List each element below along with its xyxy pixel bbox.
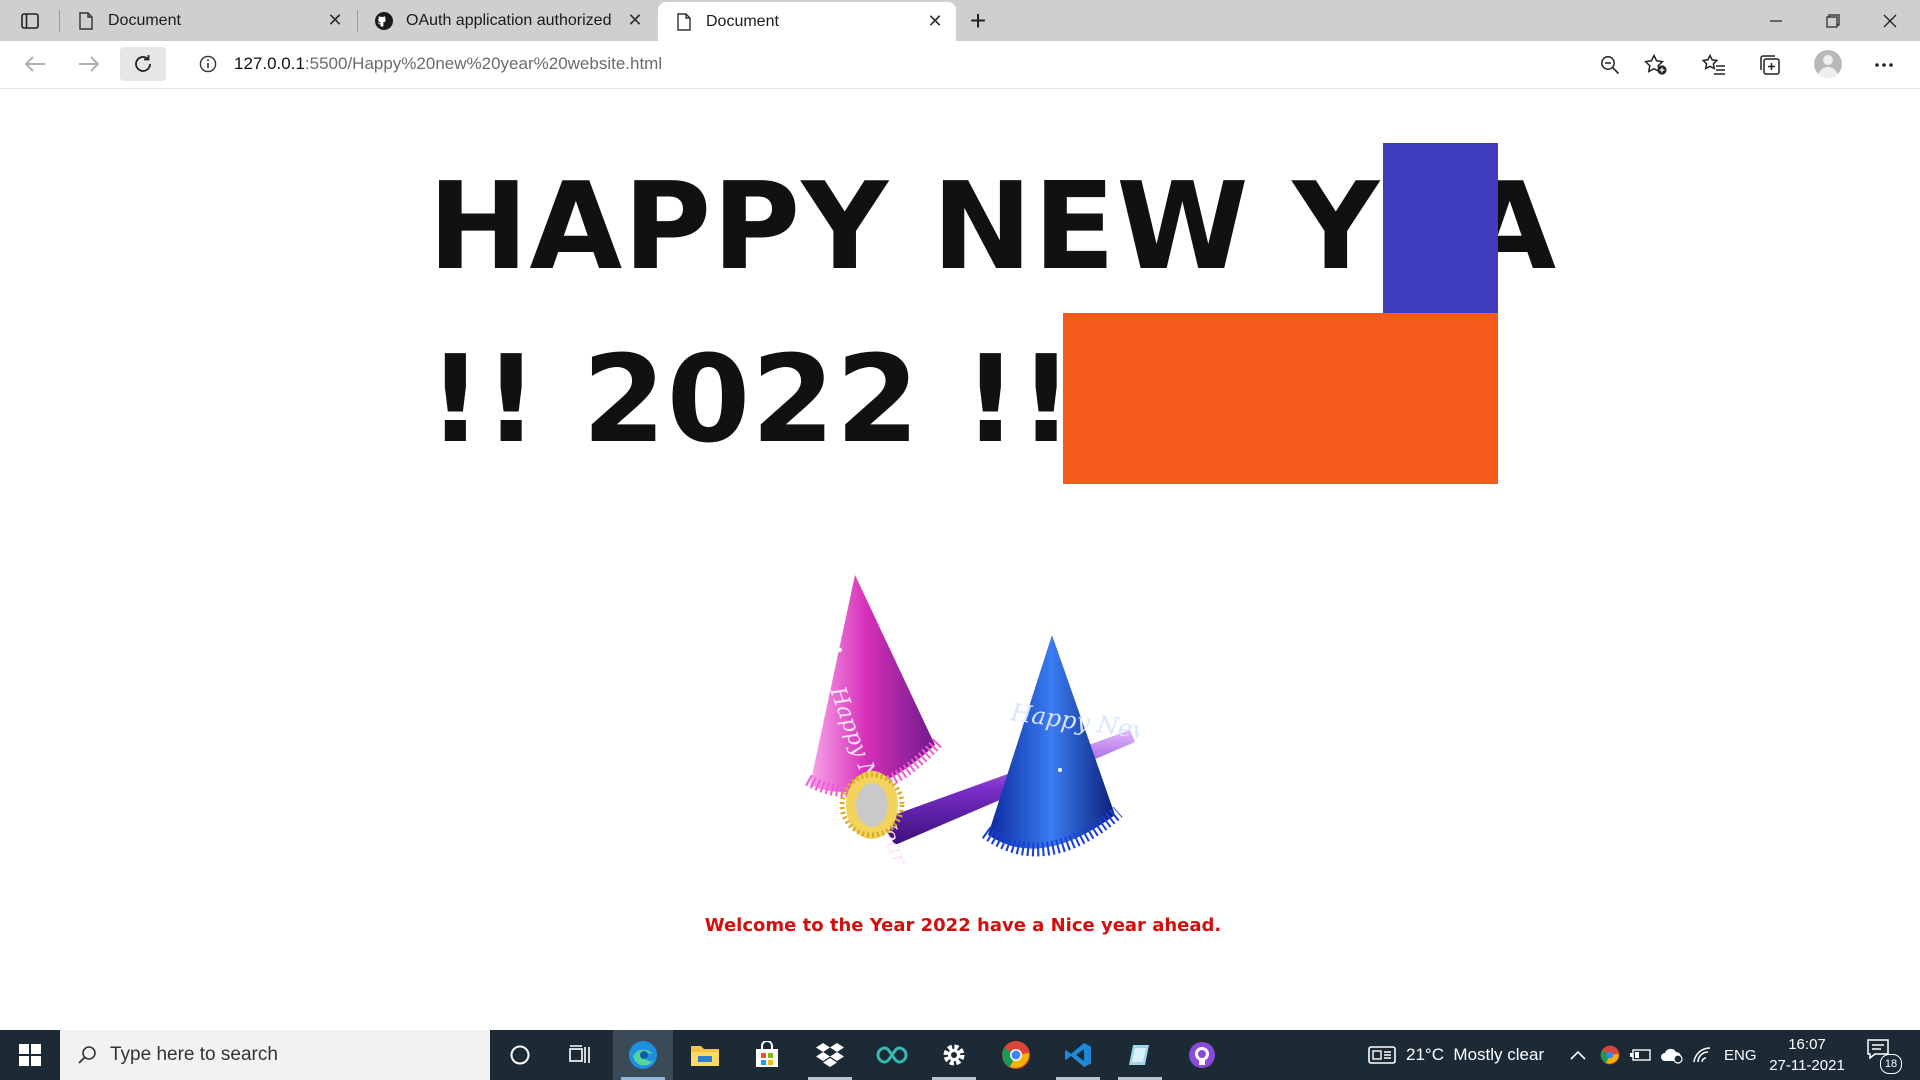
- forward-arrow-icon: [79, 56, 100, 72]
- tab-document-active[interactable]: Document ✕: [658, 2, 956, 41]
- tray-battery[interactable]: [1630, 1030, 1652, 1080]
- start-button[interactable]: [0, 1030, 60, 1080]
- party-hats-image: Happy New Year Happy New Year: [805, 575, 1140, 869]
- dropbox-icon: [816, 1043, 844, 1067]
- notes-button[interactable]: [1110, 1030, 1170, 1080]
- task-view-button[interactable]: [550, 1030, 610, 1080]
- browser-toolbar: 127.0.0.1:5500/Happy%20new%20year%20webs…: [0, 41, 1920, 89]
- language-indicator[interactable]: ENG: [1724, 1030, 1757, 1080]
- page-icon: [76, 11, 96, 31]
- store-button[interactable]: [737, 1030, 797, 1080]
- restore-button[interactable]: [1805, 0, 1861, 41]
- edge-icon: [629, 1041, 657, 1069]
- github-icon: [374, 11, 394, 31]
- cortana-button[interactable]: [490, 1030, 550, 1080]
- tray-chrome[interactable]: [1600, 1030, 1620, 1080]
- more-dots-icon: [1875, 63, 1893, 67]
- heading-line-2: !! 2022 !!: [428, 331, 1075, 470]
- tray-onedrive[interactable]: [1660, 1030, 1684, 1080]
- edge-taskbar-button[interactable]: [613, 1030, 673, 1080]
- clock-time: 16:07: [1788, 1036, 1826, 1053]
- forward-button[interactable]: [66, 47, 112, 81]
- profile-avatar[interactable]: [1814, 50, 1842, 78]
- minimize-icon: [1770, 19, 1782, 22]
- zoom-button[interactable]: [1594, 49, 1626, 81]
- file-explorer-button[interactable]: [675, 1030, 735, 1080]
- file-explorer-icon: [691, 1046, 719, 1066]
- weather-widget[interactable]: 21°C Mostly clear: [1368, 1030, 1544, 1080]
- wifi-icon: [1693, 1047, 1711, 1063]
- tab-actions-icon: [21, 13, 39, 29]
- close-icon: [1883, 14, 1897, 27]
- restore-icon: [1826, 13, 1840, 28]
- back-arrow-icon: [24, 56, 45, 72]
- close-tab-icon[interactable]: ✕: [322, 8, 348, 34]
- tab-label: Document: [108, 11, 181, 29]
- github-desktop-button[interactable]: [1172, 1030, 1232, 1080]
- search-placeholder: Type here to search: [110, 1044, 278, 1065]
- url-host: 127.0.0.1: [234, 54, 305, 73]
- onedrive-icon: [1661, 1048, 1683, 1064]
- settings-button[interactable]: [924, 1030, 984, 1080]
- star-add-icon: [1644, 54, 1667, 75]
- welcome-message: Welcome to the Year 2022 have a Nice yea…: [704, 915, 1222, 936]
- favorites-button[interactable]: [1698, 49, 1730, 81]
- store-icon: [756, 1041, 778, 1067]
- reload-icon: [135, 55, 151, 72]
- favorites-icon: [1702, 54, 1725, 75]
- show-hidden-icons-button[interactable]: [1570, 1030, 1586, 1080]
- settings-more-button[interactable]: [1868, 49, 1900, 81]
- arduino-button[interactable]: [862, 1030, 922, 1080]
- tray-wifi[interactable]: [1692, 1030, 1712, 1080]
- collections-icon: [1760, 55, 1780, 75]
- browser-tab-strip: Document ✕ OAuth application authorized …: [0, 0, 1920, 41]
- site-info-icon[interactable]: [196, 52, 220, 76]
- vscode-button[interactable]: [1048, 1030, 1108, 1080]
- clock-date: 27-11-2021: [1769, 1057, 1845, 1074]
- close-tab-icon[interactable]: ✕: [922, 9, 948, 35]
- windows-taskbar: Type here to search 21°C Mostly clear EN…: [0, 1030, 1920, 1080]
- cortana-icon: [510, 1045, 530, 1065]
- notification-center-button[interactable]: 18: [1866, 1038, 1902, 1074]
- zoom-out-icon: [1601, 56, 1620, 75]
- weather-news-icon: [1368, 1046, 1396, 1064]
- task-view-icon: [569, 1045, 590, 1063]
- page-icon: [674, 12, 694, 32]
- dropbox-button[interactable]: [800, 1030, 860, 1080]
- tab-oauth[interactable]: OAuth application authorized ✕: [358, 0, 656, 41]
- github-desktop-icon: [1189, 1042, 1215, 1068]
- new-tab-button[interactable]: +: [962, 5, 994, 36]
- close-tab-icon[interactable]: ✕: [622, 8, 648, 34]
- vscode-icon: [1065, 1043, 1091, 1067]
- blue-decorative-box: [1383, 143, 1498, 313]
- notification-count-badge: 18: [1880, 1054, 1902, 1074]
- arduino-icon: [876, 1046, 908, 1064]
- windows-logo-icon: [19, 1044, 41, 1066]
- reload-button[interactable]: [120, 47, 166, 81]
- battery-icon: [1630, 1049, 1651, 1061]
- tab-actions-button[interactable]: [12, 8, 48, 34]
- chevron-up-icon: [1570, 1050, 1586, 1060]
- notes-icon: [1129, 1045, 1149, 1065]
- collections-button[interactable]: [1754, 49, 1786, 81]
- chrome-icon: [1002, 1041, 1030, 1069]
- url-path: :5500/Happy%20new%20year%20website.html: [304, 54, 663, 73]
- tab-label: OAuth application authorized: [406, 11, 612, 29]
- chrome-button[interactable]: [986, 1030, 1046, 1080]
- chrome-tray-icon: [1600, 1045, 1620, 1065]
- search-icon: [76, 1044, 98, 1066]
- orange-decorative-box: [1063, 313, 1498, 484]
- taskbar-clock[interactable]: 16:07 27-11-2021: [1764, 1034, 1850, 1076]
- minimize-button[interactable]: [1748, 0, 1804, 41]
- tab-document-1[interactable]: Document ✕: [60, 0, 356, 41]
- address-bar[interactable]: 127.0.0.1:5500/Happy%20new%20year%20webs…: [178, 45, 1676, 83]
- weather-text: 21°C Mostly clear: [1406, 1045, 1545, 1064]
- back-button[interactable]: [12, 47, 58, 81]
- taskbar-search-box[interactable]: Type here to search: [60, 1030, 490, 1080]
- settings-icon: [943, 1044, 965, 1066]
- tab-label: Document: [706, 12, 779, 30]
- close-window-button[interactable]: [1862, 0, 1918, 41]
- add-favorite-button[interactable]: [1640, 49, 1672, 81]
